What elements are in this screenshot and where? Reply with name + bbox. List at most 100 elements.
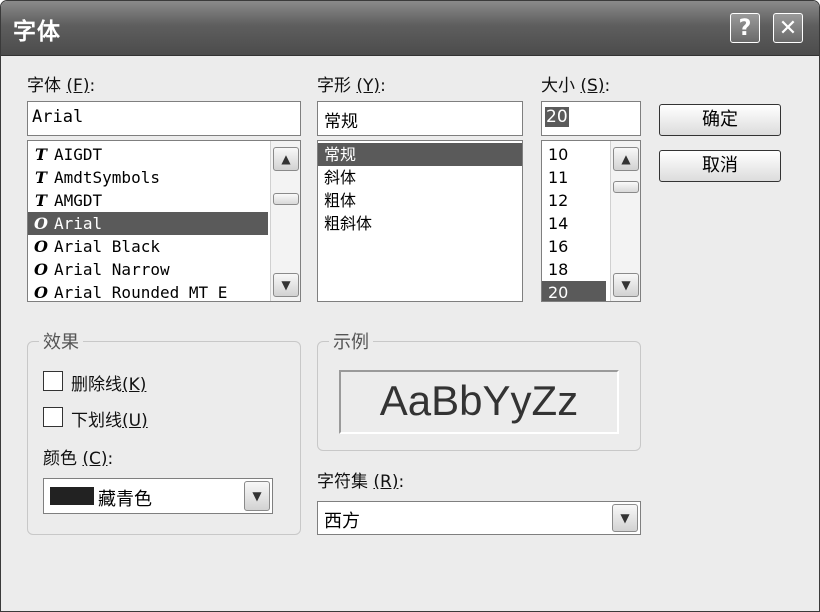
size-label: 大小 (S): [541, 71, 610, 96]
font-style-listbox[interactable]: 常规 斜体 粗体 粗斜体 [317, 140, 523, 302]
list-item-label: 斜体 [324, 168, 357, 187]
scroll-thumb[interactable] [613, 181, 639, 193]
list-item-label: AIGDT [54, 145, 103, 164]
list-item[interactable]: 11 [542, 166, 606, 189]
list-item-label: AmdtSymbols [54, 168, 160, 187]
underline-label-text: 下划线 [71, 411, 122, 431]
list-item[interactable]: T AIGDT [28, 143, 268, 166]
charset-label-key: (R) [373, 472, 399, 492]
font-size-listbox[interactable]: 10 11 12 14 16 18 20 ▲ ▼ [541, 140, 641, 302]
color-label-key: (C) [82, 449, 108, 469]
color-dropdown-arrow-icon[interactable]: ▼ [244, 481, 270, 511]
list-item[interactable]: T AMGDT [28, 189, 268, 212]
close-button[interactable]: ✕ [773, 13, 803, 43]
charset-label-text: 字符集 [317, 472, 368, 492]
ok-button[interactable]: 确定 [659, 104, 781, 136]
font-listbox[interactable]: T AIGDT T AmdtSymbols T AMGDT O Arial O Arial Bla… [27, 140, 301, 302]
list-item[interactable]: O Arial Narrow [28, 258, 268, 281]
charset-select-value: 西方 [324, 511, 360, 532]
underline-checkbox[interactable] [43, 407, 63, 427]
truetype-icon: T [35, 191, 47, 210]
truetype-icon: T [35, 145, 47, 164]
list-item-label: 12 [548, 191, 569, 210]
charset-dropdown-arrow-icon[interactable]: ▼ [612, 504, 638, 532]
charset-label: 字符集 (R): [317, 467, 404, 492]
list-item-label: 粗斜体 [324, 214, 373, 233]
color-swatch [50, 487, 94, 505]
font-style-input[interactable]: 常规 [317, 101, 523, 136]
scroll-thumb[interactable] [273, 193, 299, 205]
charset-select[interactable]: 西方 ▼ [317, 501, 641, 535]
font-label-suffix: : [89, 76, 96, 96]
list-item-selected[interactable]: 20 [542, 281, 606, 302]
list-item[interactable]: O Arial Rounded MT E [28, 281, 268, 302]
opentype-icon: O [34, 214, 48, 233]
opentype-icon: O [34, 237, 48, 256]
underline-label-key: (U) [122, 411, 148, 431]
list-item[interactable]: 18 [542, 258, 606, 281]
font-name-input[interactable]: Arial [27, 101, 301, 136]
list-item-label: 18 [548, 260, 569, 279]
font-label-key: (F) [66, 76, 90, 96]
color-label-suffix: : [107, 449, 114, 469]
style-label-key: (Y) [356, 76, 381, 96]
scroll-down-arrow-icon[interactable]: ▼ [273, 273, 299, 297]
list-item[interactable]: 14 [542, 212, 606, 235]
color-select[interactable]: 藏青色 ▼ [43, 478, 273, 514]
list-item[interactable]: 12 [542, 189, 606, 212]
scroll-up-arrow-icon[interactable]: ▲ [613, 147, 639, 171]
truetype-icon: T [35, 168, 47, 187]
size-scrollbar[interactable]: ▲ ▼ [610, 141, 640, 301]
style-label-suffix: : [380, 76, 386, 96]
list-item[interactable]: 粗斜体 [318, 212, 522, 235]
list-item-label: AMGDT [54, 191, 103, 210]
list-item[interactable]: 斜体 [318, 166, 522, 189]
list-item-label: 16 [548, 237, 569, 256]
strikeout-checkbox[interactable] [43, 371, 63, 391]
scroll-down-arrow-icon[interactable]: ▼ [613, 273, 639, 297]
list-item[interactable]: T AmdtSymbols [28, 166, 268, 189]
opentype-icon: O [34, 260, 48, 279]
font-label-text: 字体 [27, 76, 61, 96]
title-bar[interactable]: 字体 ? ✕ [1, 1, 819, 56]
underline-label: 下划线(U) [71, 406, 148, 431]
color-select-value: 藏青色 [98, 489, 152, 510]
style-label-text: 字形 [317, 76, 351, 96]
list-item-label: 20 [548, 283, 569, 302]
strikeout-label-text: 删除线 [71, 375, 122, 395]
list-item-label: Arial Narrow [54, 260, 170, 279]
cancel-button[interactable]: 取消 [659, 150, 781, 182]
charset-label-suffix: : [398, 472, 405, 492]
list-item[interactable]: 16 [542, 235, 606, 258]
effects-group-title: 效果 [39, 328, 83, 354]
scroll-up-arrow-icon[interactable]: ▲ [273, 147, 299, 171]
size-label-suffix: : [604, 76, 611, 96]
size-label-text: 大小 [541, 76, 575, 96]
list-item-selected[interactable]: O Arial [28, 212, 268, 235]
list-item-label: 粗体 [324, 191, 357, 210]
font-size-value: 20 [545, 107, 569, 127]
font-label: 字体 (F): [27, 71, 95, 96]
font-dialog: 字体 ? ✕ 字体 (F): Arial T AIGDT T AmdtSymbols T… [0, 0, 820, 612]
strikeout-label-key: (K) [122, 375, 147, 395]
color-label: 颜色 (C): [43, 444, 113, 469]
style-label: 字形 (Y): [317, 71, 386, 96]
list-item-label: 11 [548, 168, 569, 187]
list-item-label: 14 [548, 214, 569, 233]
list-item[interactable]: 粗体 [318, 189, 522, 212]
font-scrollbar[interactable]: ▲ ▼ [270, 141, 300, 301]
list-item-label: Arial Black [54, 237, 160, 256]
list-item-label: 常规 [324, 145, 357, 164]
list-item-label: 10 [548, 145, 569, 164]
help-button[interactable]: ? [730, 13, 760, 43]
font-size-input[interactable]: 20 [541, 101, 641, 136]
list-item[interactable]: 10 [542, 143, 606, 166]
opentype-icon: O [34, 283, 48, 302]
list-item-selected[interactable]: 常规 [318, 143, 522, 166]
list-item-label: Arial [54, 214, 103, 233]
list-item-label: Arial Rounded MT E [54, 283, 228, 302]
sample-group-title: 示例 [329, 328, 373, 354]
color-label-text: 颜色 [43, 449, 77, 469]
strikeout-label: 删除线(K) [71, 370, 146, 395]
list-item[interactable]: O Arial Black [28, 235, 268, 258]
